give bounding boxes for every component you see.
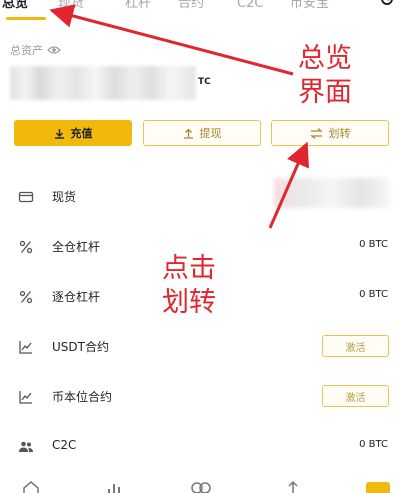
account-row-c2c[interactable]: C2C 0 BTC (0, 432, 400, 462)
tab-spot[interactable]: 现货 (58, 0, 84, 14)
deposit-label: 充值 (70, 127, 93, 140)
percent-icon (18, 239, 34, 255)
upload-icon (183, 128, 194, 139)
annotation-click-line2: 划转 (162, 287, 216, 318)
balance-unit: TC (198, 77, 211, 87)
percent-icon (18, 289, 34, 305)
total-assets-label: 总资产 (10, 42, 61, 58)
account-value: 0 BTC (359, 289, 388, 300)
account-label: 币本位合约 (52, 390, 113, 404)
markets-icon[interactable] (106, 480, 126, 493)
bottom-navigation (0, 478, 400, 493)
account-label: 现货 (52, 190, 77, 204)
withdraw-label: 提现 (199, 127, 222, 140)
account-label: 全仓杠杆 (52, 240, 101, 254)
annotation-overview-line2: 界面 (298, 77, 352, 108)
withdraw-button[interactable]: 提现 (143, 120, 261, 146)
transfer-button[interactable]: 划转 (271, 120, 389, 146)
transfer-label: 划转 (328, 127, 351, 140)
deposit-button[interactable]: 充值 (14, 120, 132, 146)
activate-button[interactable]: 激活 (322, 335, 389, 357)
home-icon[interactable] (22, 480, 42, 493)
tab-earn[interactable]: 币安宝 (290, 0, 329, 14)
annotation-click-transfer: 点击 划转 (162, 252, 216, 320)
account-row-coin-futures[interactable]: 币本位合约 激活 (0, 382, 400, 412)
eye-icon[interactable] (47, 45, 61, 55)
futures-icon[interactable] (284, 480, 304, 493)
balance-redacted (10, 66, 196, 100)
tab-margin[interactable]: 杠杆 (125, 0, 151, 14)
users-icon (18, 439, 34, 455)
download-icon (54, 128, 65, 139)
account-value: 0 BTC (359, 239, 388, 250)
spot-balance-redacted (274, 178, 390, 208)
activate-button[interactable]: 激活 (322, 385, 389, 407)
wallet-icon (18, 189, 34, 205)
account-label: USDT合约 (52, 340, 109, 354)
wallet-icon[interactable] (366, 482, 390, 493)
account-label: 逐仓杠杆 (52, 290, 101, 304)
tab-c2c[interactable]: C2C (237, 0, 263, 14)
futures-icon (18, 339, 34, 355)
account-row-usdt-futures[interactable]: USDT合约 激活 (0, 332, 400, 362)
history-icon[interactable] (380, 0, 394, 14)
futures-icon (18, 389, 34, 405)
total-assets-text: 总资产 (10, 44, 43, 57)
annotation-click-line1: 点击 (162, 253, 216, 284)
transfer-icon (309, 127, 323, 139)
annotation-overview: 总览 界面 (298, 42, 352, 110)
account-label: C2C (52, 438, 77, 452)
tab-bar: 总览 现货 杠杆 合约 C2C 币安宝 (0, 0, 400, 30)
trade-icon[interactable] (190, 480, 211, 493)
account-value: 0 BTC (359, 439, 388, 450)
active-tab-indicator (6, 17, 46, 20)
tab-overview[interactable]: 总览 (2, 0, 28, 14)
tab-futures[interactable]: 合约 (178, 0, 204, 14)
annotation-overview-line1: 总览 (298, 43, 352, 74)
